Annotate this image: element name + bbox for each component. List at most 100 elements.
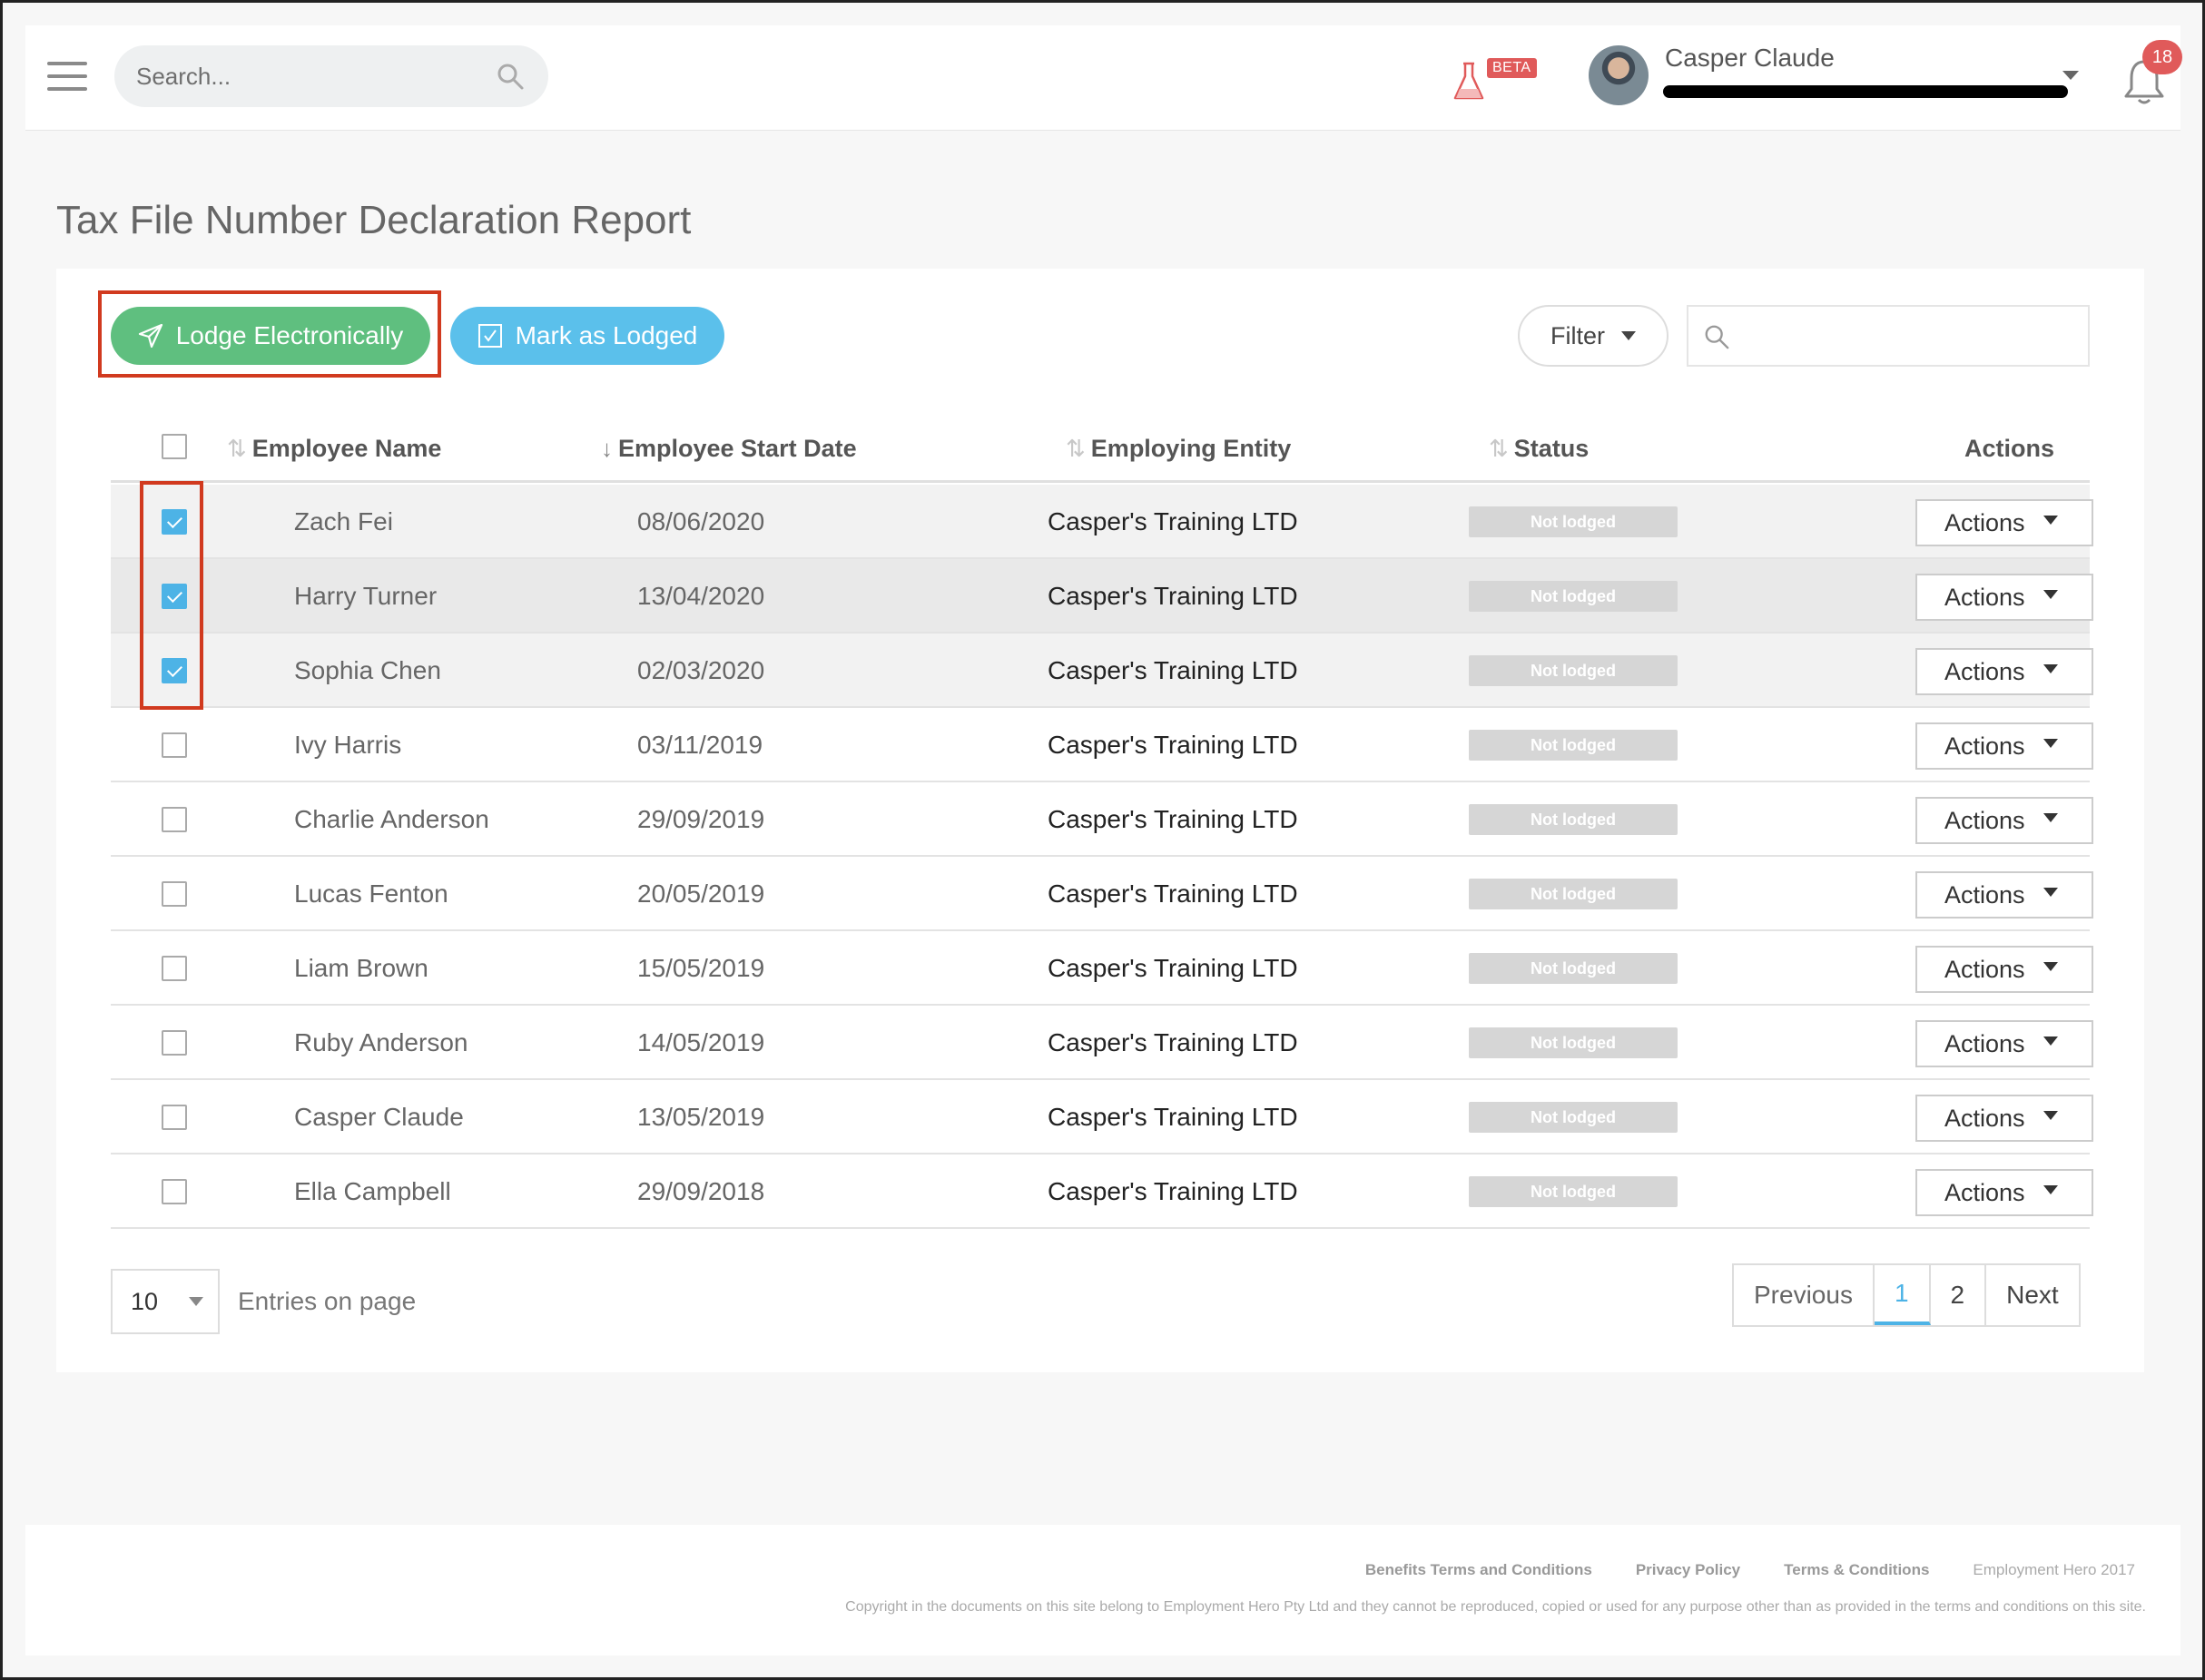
chevron-down-icon <box>2043 590 2058 599</box>
row-actions-button[interactable]: Actions <box>1915 946 2093 993</box>
search-icon[interactable] <box>496 62 525 91</box>
column-employee-name[interactable]: ⇅ Employee Name <box>227 414 441 483</box>
status-badge: Not lodged <box>1469 953 1678 984</box>
column-status[interactable]: ⇅ Status <box>1489 414 1589 483</box>
sort-icon: ⇅ <box>1066 435 1086 462</box>
next-page-button[interactable]: Next <box>1986 1265 2079 1325</box>
chevron-down-icon <box>1621 331 1636 340</box>
table-search[interactable] <box>1687 305 2090 367</box>
table-row[interactable]: Sophia Chen 02/03/2020 Casper's Training L… <box>111 634 2093 708</box>
highlight-box-checkboxes <box>140 481 203 710</box>
actions-label: Actions <box>1944 583 2025 611</box>
table-row[interactable]: Lucas Fenton 20/05/2019 Casper's Training … <box>111 857 2093 931</box>
row-checkbox[interactable] <box>162 881 187 907</box>
table-row[interactable]: Casper Claude 13/05/2019 Casper's Training… <box>111 1080 2093 1154</box>
flask-icon <box>1453 62 1484 100</box>
employee-name: Lucas Fenton <box>294 879 448 908</box>
beta-features[interactable]: BETA <box>1452 53 1537 107</box>
row-checkbox[interactable] <box>162 732 187 758</box>
table-row[interactable]: Ella Campbell 29/09/2018 Casper's Training… <box>111 1154 2093 1229</box>
row-checkbox[interactable] <box>162 1030 187 1056</box>
column-employing-entity[interactable]: ⇅ Employing Entity <box>1066 414 1291 483</box>
actions-label: Actions <box>1944 508 2025 536</box>
global-search-input[interactable] <box>136 45 481 107</box>
employee-start-date: 13/05/2019 <box>637 1103 765 1131</box>
column-label: Employing Entity <box>1090 435 1292 462</box>
page-2-button[interactable]: 2 <box>1931 1265 1987 1325</box>
row-actions-button[interactable]: Actions <box>1915 1020 2093 1067</box>
entries-label: Entries on page <box>238 1287 417 1315</box>
column-label: Employee Name <box>251 435 442 462</box>
actions-label: Actions <box>1944 880 2025 909</box>
chevron-down-icon <box>2043 664 2058 673</box>
table-row[interactable]: Zach Fei 08/06/2020 Casper's Training LTD N… <box>111 485 2093 559</box>
user-name[interactable]: Casper Claude <box>1665 44 1835 73</box>
page-1-button[interactable]: 1 <box>1874 1265 1931 1325</box>
select-all-checkbox[interactable] <box>162 434 187 459</box>
footer-link-terms[interactable]: Terms & Conditions <box>1784 1561 1929 1579</box>
table-row[interactable]: Harry Turner 13/04/2020 Casper's Training … <box>111 559 2093 634</box>
row-checkbox[interactable] <box>162 956 187 981</box>
footer-links: Benefits Terms and Conditions Privacy Po… <box>1365 1561 2135 1579</box>
pagination: Previous 1 2 Next <box>1732 1263 2081 1327</box>
row-actions-button[interactable]: Actions <box>1915 1169 2093 1216</box>
employing-entity: Casper's Training LTD <box>1048 954 1298 982</box>
status-badge: Not lodged <box>1469 1027 1678 1058</box>
table-header: ⇅ Employee Name ↓ Employee Start Date ⇅ Emp… <box>111 414 2090 483</box>
row-actions-button[interactable]: Actions <box>1915 797 2093 844</box>
row-actions-button[interactable]: Actions <box>1915 722 2093 770</box>
footer-link-benefits[interactable]: Benefits Terms and Conditions <box>1365 1561 1592 1579</box>
table-row[interactable]: Liam Brown 15/05/2019 Casper's Training LT… <box>111 931 2093 1006</box>
row-actions-button[interactable]: Actions <box>1915 648 2093 695</box>
actions-label: Actions <box>1944 1178 2025 1206</box>
employee-start-date: 03/11/2019 <box>637 731 763 759</box>
beta-tag: BETA <box>1487 58 1537 78</box>
table-search-input[interactable] <box>1743 307 2079 365</box>
hamburger-menu-icon[interactable] <box>47 62 87 91</box>
filter-button[interactable]: Filter <box>1518 305 1669 367</box>
actions-label: Actions <box>1944 732 2025 760</box>
employing-entity: Casper's Training LTD <box>1048 731 1298 759</box>
table-row[interactable]: Ruby Anderson 14/05/2019 Casper's Training… <box>111 1006 2093 1080</box>
employee-start-date: 02/03/2020 <box>637 656 765 684</box>
table-row[interactable]: Charlie Anderson 29/09/2019 Casper's Train… <box>111 782 2093 857</box>
employee-name: Ruby Anderson <box>294 1028 468 1056</box>
chevron-down-icon[interactable] <box>2062 71 2079 80</box>
chevron-down-icon <box>2043 813 2058 822</box>
global-search[interactable] <box>114 45 548 107</box>
chevron-down-icon <box>2043 1185 2058 1194</box>
status-badge: Not lodged <box>1469 1102 1678 1133</box>
column-start-date[interactable]: ↓ Employee Start Date <box>601 414 857 483</box>
employing-entity: Casper's Training LTD <box>1048 1103 1298 1131</box>
row-checkbox[interactable] <box>162 1105 187 1130</box>
row-checkbox[interactable] <box>162 1179 187 1204</box>
row-actions-button[interactable]: Actions <box>1915 499 2093 546</box>
employee-start-date: 29/09/2019 <box>637 805 765 833</box>
employee-name: Liam Brown <box>294 954 428 982</box>
checkbox-icon <box>477 324 502 348</box>
row-actions-button[interactable]: Actions <box>1915 871 2093 919</box>
status-badge: Not lodged <box>1469 879 1678 909</box>
copyright-text: Copyright in the documents on this site … <box>845 1599 2146 1615</box>
entries-per-page-select[interactable]: 10 <box>111 1269 220 1334</box>
notification-badge[interactable]: 18 <box>2142 40 2182 74</box>
employing-entity: Casper's Training LTD <box>1048 507 1298 535</box>
row-actions-button[interactable]: Actions <box>1915 574 2093 621</box>
status-badge: Not lodged <box>1469 655 1678 686</box>
table-row[interactable]: Ivy Harris 03/11/2019 Casper's Training LT… <box>111 708 2093 782</box>
actions-label: Actions <box>1944 657 2025 685</box>
chevron-down-icon <box>189 1297 204 1306</box>
previous-page-button[interactable]: Previous <box>1734 1265 1875 1325</box>
footer-link-privacy[interactable]: Privacy Policy <box>1636 1561 1740 1579</box>
mark-as-lodged-label: Mark as Lodged <box>515 321 698 349</box>
mark-as-lodged-button[interactable]: Mark as Lodged <box>450 307 724 365</box>
user-avatar[interactable] <box>1589 45 1649 105</box>
employing-entity: Casper's Training LTD <box>1048 656 1298 684</box>
chevron-down-icon <box>2043 888 2058 897</box>
employee-name: Casper Claude <box>294 1103 464 1131</box>
row-checkbox[interactable] <box>162 807 187 832</box>
row-actions-button[interactable]: Actions <box>1915 1095 2093 1142</box>
status-badge: Not lodged <box>1469 1176 1678 1207</box>
employing-entity: Casper's Training LTD <box>1048 582 1298 610</box>
sort-icon: ⇅ <box>1489 435 1509 462</box>
